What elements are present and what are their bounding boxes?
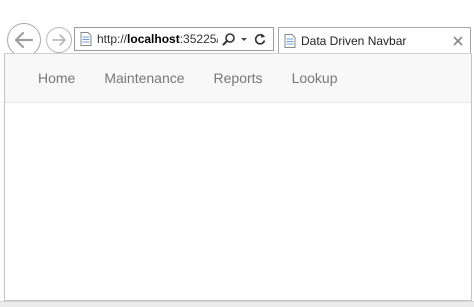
address-bar[interactable]: http://localhost:35225/H — [74, 27, 274, 51]
url-text[interactable]: http://localhost:35225/H — [97, 32, 218, 46]
address-tools — [222, 32, 267, 46]
browser-window: http://localhost:35225/H Dat — [0, 0, 474, 307]
page-viewport: Home Maintenance Reports Lookup — [4, 53, 472, 301]
nav-item-reports[interactable]: Reports — [214, 70, 263, 86]
close-icon[interactable] — [453, 36, 463, 46]
window-bottom-edge — [0, 301, 474, 307]
forward-button[interactable] — [46, 27, 72, 53]
browser-tab[interactable]: Data Driven Navbar — [278, 27, 471, 53]
nav-item-home[interactable]: Home — [38, 70, 75, 86]
navbar: Home Maintenance Reports Lookup — [5, 54, 471, 103]
forward-arrow-icon — [52, 34, 66, 46]
url-host: localhost — [127, 32, 180, 46]
url-suffix: :35225/H — [179, 32, 218, 46]
nav-item-lookup[interactable]: Lookup — [292, 70, 338, 86]
back-arrow-icon — [14, 31, 34, 49]
search-icon[interactable] — [222, 32, 236, 46]
url-prefix: http:// — [97, 32, 128, 46]
refresh-icon[interactable] — [253, 32, 267, 46]
back-button[interactable] — [7, 23, 41, 57]
browser-chrome: http://localhost:35225/H Dat — [0, 0, 474, 57]
tab-page-icon — [284, 33, 296, 48]
tab-title: Data Driven Navbar — [301, 33, 407, 48]
nav-item-maintenance[interactable]: Maintenance — [104, 70, 184, 86]
page-icon — [80, 32, 92, 46]
chevron-down-icon[interactable] — [238, 32, 250, 46]
